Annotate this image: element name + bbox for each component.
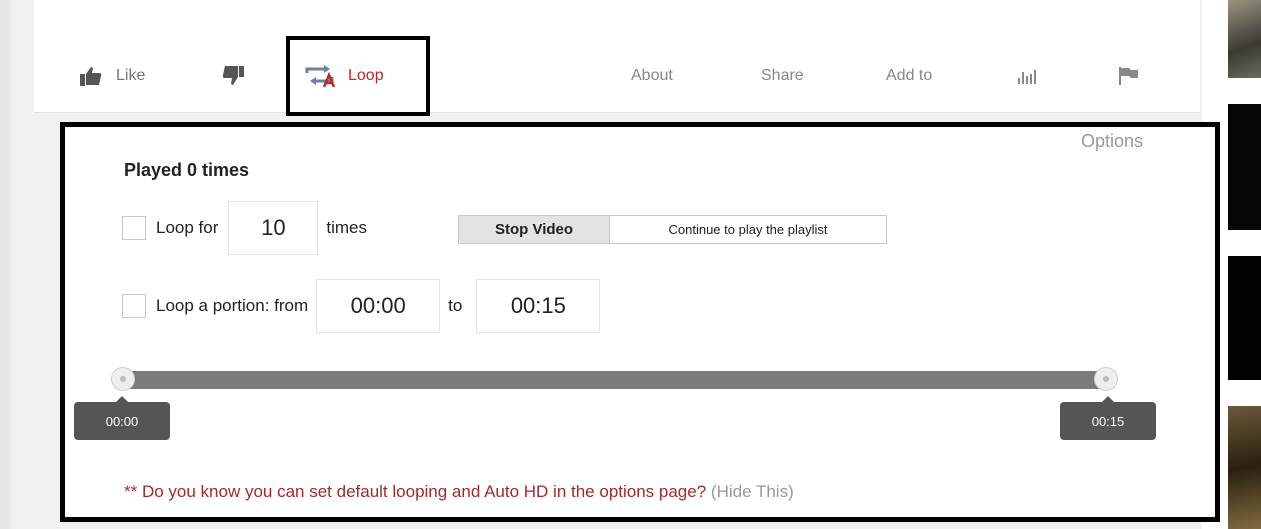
to-label: to <box>448 296 463 315</box>
times-label: times <box>326 218 368 237</box>
hide-notice-link[interactable]: (Hide This) <box>711 482 794 501</box>
loop-portion-row: Loop a portion: from to <box>122 279 608 333</box>
like-label: Like <box>116 67 146 84</box>
slider-end-tooltip: 00:15 <box>1060 396 1156 440</box>
loop-count-input[interactable] <box>228 201 319 255</box>
page-left-edge <box>0 0 10 529</box>
thumbs-down-icon <box>222 66 244 86</box>
stats-bar-icon <box>1018 68 1036 84</box>
loop-portion-label: Loop a portion: from <box>156 296 309 315</box>
related-video-thumbnail[interactable] <box>1228 0 1261 78</box>
loop-button[interactable]: Loop <box>304 64 384 88</box>
stats-button[interactable] <box>1018 64 1036 88</box>
loop-portion-checkbox[interactable] <box>122 294 146 318</box>
tab-share[interactable]: Share <box>761 64 804 88</box>
from-time-input[interactable] <box>316 279 441 333</box>
options-link[interactable]: Options <box>1081 131 1143 152</box>
related-video-thumbnail[interactable] <box>1228 406 1261 529</box>
notice-text: ** Do you know you can set default loopi… <box>124 482 707 501</box>
flag-icon <box>1119 67 1139 85</box>
loop-range-slider-track[interactable] <box>123 371 1107 389</box>
tab-add-to[interactable]: Add to <box>886 64 932 88</box>
loop-for-label: Loop for <box>156 218 219 237</box>
loop-count-row: Loop for times <box>122 201 367 255</box>
continue-playlist-button[interactable]: Continue to play the playlist <box>610 216 886 243</box>
tab-about[interactable]: About <box>631 64 673 88</box>
video-action-bar <box>34 0 1200 113</box>
like-button[interactable]: Like <box>80 64 145 88</box>
stop-video-button[interactable]: Stop Video <box>459 216 610 243</box>
thumbs-up-icon <box>80 66 102 86</box>
tab-about-label: About <box>631 67 673 84</box>
dislike-button[interactable] <box>222 64 244 88</box>
slider-start-tooltip: 00:00 <box>74 396 170 440</box>
to-time-input[interactable] <box>476 279 601 333</box>
loop-label: Loop <box>348 67 384 84</box>
flag-button[interactable] <box>1119 64 1139 88</box>
played-count-text: Played 0 times <box>124 160 250 180</box>
loop-for-checkbox[interactable] <box>122 216 146 240</box>
tab-add-to-label: Add to <box>886 67 933 84</box>
tab-share-label: Share <box>761 67 804 84</box>
slider-end-handle[interactable] <box>1094 367 1118 391</box>
loop-end-action-group: Stop Video Continue to play the playlist <box>458 215 887 244</box>
related-video-thumbnail[interactable] <box>1228 256 1261 380</box>
options-notice: ** Do you know you can set default loopi… <box>124 482 794 502</box>
slider-start-handle[interactable] <box>111 367 135 391</box>
related-video-thumbnail[interactable] <box>1228 104 1261 230</box>
loop-icon <box>304 65 338 87</box>
